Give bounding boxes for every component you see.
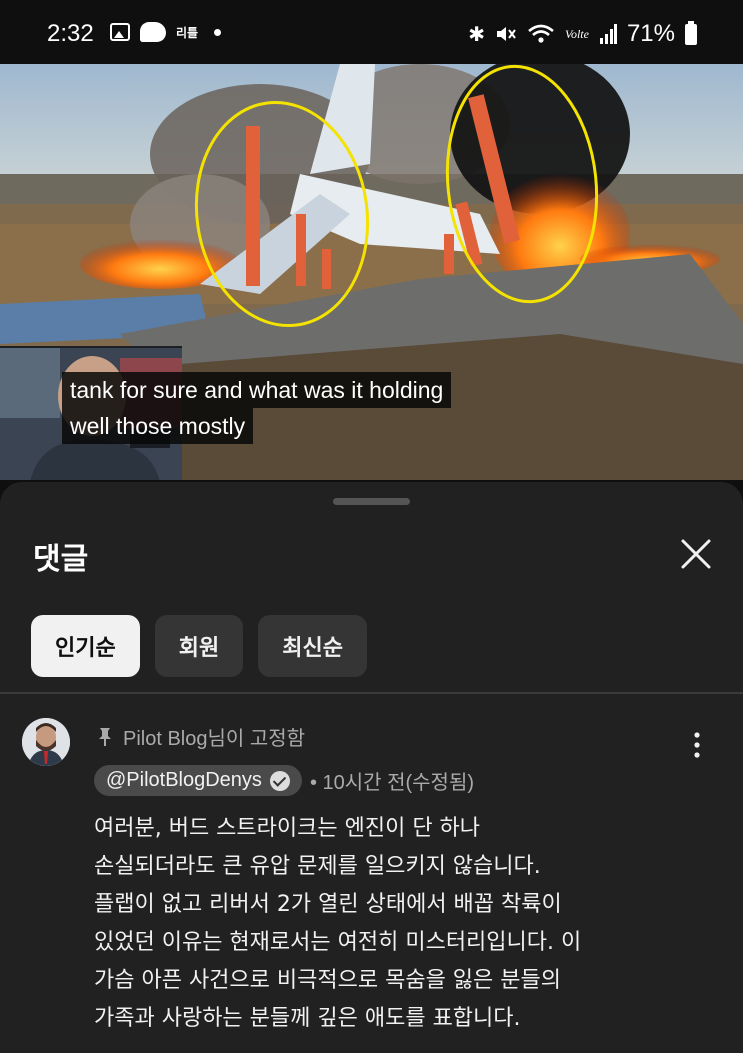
sort-chip-members[interactable]: 회원 xyxy=(154,615,244,677)
comment-line-4: 있었던 이유는 현재로서는 여전히 미스터리입니다. 이 xyxy=(94,930,582,955)
comments-sheet: 댓글 인기순 회원 최신순 Pilot Blog님이 고정함 @PilotBlo… xyxy=(0,482,743,1053)
bluetooth-icon: ✱ xyxy=(468,23,485,46)
video-caption: tank for sure and what was it holding we… xyxy=(62,372,452,444)
comment-header: @PilotBlogDenys • 10시간 전(수정됨) xyxy=(94,765,474,796)
author-name: @PilotBlogDenys xyxy=(106,769,262,791)
volte-label: Volte xyxy=(564,26,589,41)
comment-more-button[interactable] xyxy=(686,730,708,760)
drag-handle[interactable] xyxy=(333,498,410,505)
mute-icon xyxy=(496,27,516,41)
comment-meta: • 10시간 전(수정됨) xyxy=(309,772,475,794)
video-player[interactable]: tank for sure and what was it holding we… xyxy=(0,64,743,480)
comment-line-3: 플랩이 없고 리버서 2가 열린 상태에서 배꼽 착륙이 xyxy=(94,892,562,917)
comment-text: 여러분, 버드 스트라이크는 엔진이 단 하나 손실되더라도 큰 유압 문제를 … xyxy=(94,810,714,1038)
more-notifications-dot xyxy=(214,28,222,36)
comments-title: 댓글 xyxy=(33,542,89,577)
caption-line-2: well those mostly xyxy=(62,408,254,444)
comment-line-5: 가슴 아픈 사건으로 비극적으로 목숨을 잃은 분들의 xyxy=(94,968,562,993)
close-button[interactable] xyxy=(676,534,716,574)
wifi-icon xyxy=(528,24,554,43)
notification-icons: 리틀 xyxy=(110,22,222,42)
caption-line-1: tank for sure and what was it holding xyxy=(62,372,452,408)
author-badge[interactable]: @PilotBlogDenys xyxy=(94,765,302,796)
avatar[interactable] xyxy=(22,718,70,766)
comment-line-6: 가족과 사랑하는 분들께 깊은 애도를 표합니다. xyxy=(94,1006,521,1031)
comment-line-1: 여러분, 버드 스트라이크는 엔진이 단 하나 xyxy=(94,816,481,841)
pinned-text: Pilot Blog님이 고정함 xyxy=(123,728,306,750)
system-icons: ✱ Volte 71% xyxy=(468,20,697,48)
battery-percent: 71% xyxy=(626,20,675,47)
sort-chip-popular[interactable]: 인기순 xyxy=(31,615,140,677)
sort-chip-newest[interactable]: 최신순 xyxy=(258,615,367,677)
status-bar: 2:32 리틀 ✱ Volte 71% xyxy=(0,0,743,64)
status-time: 2:32 xyxy=(47,20,94,47)
gallery-icon xyxy=(110,23,130,41)
pinned-label: Pilot Blog님이 고정함 xyxy=(97,722,305,751)
signal-icon xyxy=(599,24,617,44)
verified-icon xyxy=(269,770,290,791)
divider xyxy=(0,692,743,694)
battery-icon xyxy=(685,20,697,45)
pin-icon xyxy=(99,727,111,746)
more-vert-icon xyxy=(694,732,700,758)
notification-label: 리틀 xyxy=(176,25,199,40)
chat-bubble-icon xyxy=(140,22,166,42)
comment-line-2: 손실되더라도 큰 유압 문제를 일으키지 않습니다. xyxy=(94,854,541,879)
sort-chips: 인기순 회원 최신순 xyxy=(31,615,367,677)
close-icon xyxy=(681,539,711,569)
